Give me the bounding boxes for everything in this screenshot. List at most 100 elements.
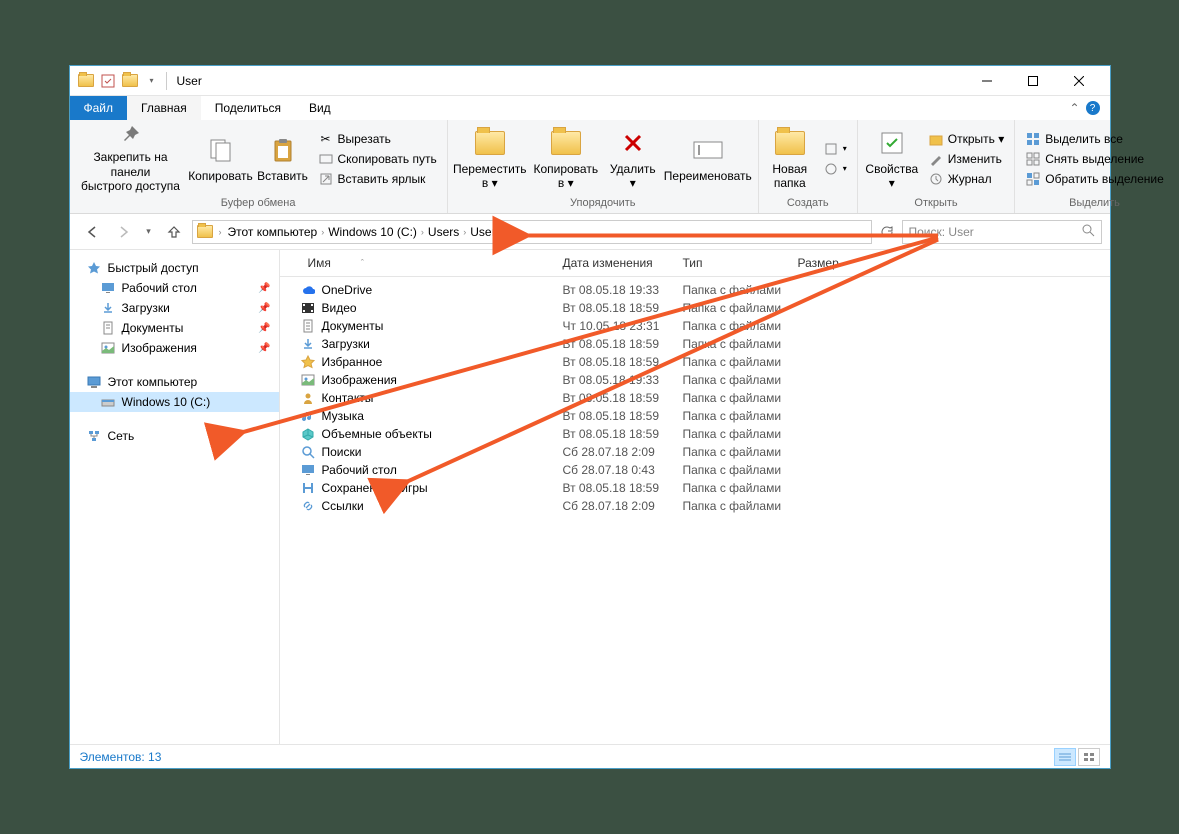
up-button[interactable] — [160, 218, 188, 246]
file-row[interactable]: СсылкиСб 28.07.18 2:09Папка с файлами — [280, 497, 1110, 515]
file-icon — [300, 318, 316, 334]
column-size[interactable]: Размер — [790, 256, 890, 270]
file-row[interactable]: ДокументыЧт 10.05.18 23:31Папка с файлам… — [280, 317, 1110, 335]
file-row[interactable]: ИзображенияВт 08.05.18 19:33Папка с файл… — [280, 371, 1110, 389]
history-icon — [928, 171, 944, 187]
column-type[interactable]: Тип — [675, 256, 790, 270]
copy-path-button[interactable]: Скопировать путь — [314, 150, 441, 168]
file-row[interactable]: ВидеоВт 08.05.18 18:59Папка с файлами — [280, 299, 1110, 317]
dropdown-icon[interactable]: ▾ — [144, 73, 160, 89]
file-row[interactable]: ПоискиСб 28.07.18 2:09Папка с файлами — [280, 443, 1110, 461]
tab-view[interactable]: Вид — [295, 96, 345, 120]
chevron-icon: › — [421, 227, 424, 237]
ribbon-collapse-icon[interactable]: ⌃ — [1069, 101, 1079, 115]
tab-home[interactable]: Главная — [127, 96, 201, 120]
back-button[interactable] — [78, 218, 106, 246]
ribbon: Закрепить на панели быстрого доступа Коп… — [70, 120, 1110, 214]
search-placeholder: Поиск: User — [909, 225, 974, 239]
file-row[interactable]: КонтактыВт 08.05.18 18:59Папка с файлами — [280, 389, 1110, 407]
paste-shortcut-button[interactable]: Вставить ярлык — [314, 170, 441, 188]
maximize-button[interactable] — [1010, 66, 1056, 96]
pin-icon: 📌 — [258, 283, 270, 294]
delete-button[interactable]: Удалить ▾ — [606, 124, 660, 194]
paste-button[interactable]: Вставить — [256, 124, 310, 194]
column-name[interactable]: Имяˆ — [300, 256, 555, 270]
minimize-button[interactable] — [964, 66, 1010, 96]
cut-button[interactable]: ✂Вырезать — [314, 130, 441, 148]
move-icon — [474, 127, 506, 159]
easy-access-button[interactable]: ▾ — [819, 160, 851, 178]
qat-properties-icon[interactable] — [100, 73, 116, 89]
file-row[interactable]: Сохраненные игрыВт 08.05.18 18:59Папка с… — [280, 479, 1110, 497]
folder-icon-2[interactable] — [122, 73, 138, 89]
sidebar-this-pc[interactable]: Этот компьютер — [70, 372, 279, 392]
tab-share[interactable]: Поделиться — [201, 96, 295, 120]
file-row[interactable]: OneDriveВт 08.05.18 19:33Папка с файлами — [280, 281, 1110, 299]
file-row[interactable]: Объемные объектыВт 08.05.18 18:59Папка с… — [280, 425, 1110, 443]
pc-icon — [86, 374, 102, 390]
sidebar-drive[interactable]: Windows 10 (C:) — [70, 392, 279, 412]
paste-icon — [267, 134, 299, 166]
file-row[interactable]: ЗагрузкиВт 08.05.18 18:59Папка с файлами — [280, 335, 1110, 353]
copy-icon — [205, 134, 237, 166]
icons-view-button[interactable] — [1078, 748, 1100, 766]
new-item-button[interactable]: ▾ — [819, 140, 851, 158]
open-button[interactable]: Открыть ▾ — [924, 130, 1008, 148]
ribbon-tabs: Файл Главная Поделиться Вид ⌃ ? — [70, 96, 1110, 120]
copy-button[interactable]: Копировать — [190, 124, 252, 194]
drive-icon — [100, 394, 116, 410]
edit-icon — [928, 151, 944, 167]
breadcrumb-segment[interactable]: User — [470, 225, 495, 239]
breadcrumb-segment[interactable]: Windows 10 (C:) — [328, 225, 417, 239]
sidebar-item[interactable]: Изображения📌 — [70, 338, 279, 358]
breadcrumb-box[interactable]: › Этот компьютер›Windows 10 (C:)›Users›U… — [192, 220, 872, 244]
new-folder-button[interactable]: Новая папка — [765, 124, 815, 194]
file-row[interactable]: ИзбранноеВт 08.05.18 18:59Папка с файлам… — [280, 353, 1110, 371]
help-icon[interactable]: ? — [1086, 101, 1100, 115]
tab-file[interactable]: Файл — [70, 96, 128, 120]
column-date[interactable]: Дата изменения — [555, 256, 675, 270]
content-pane: Имяˆ Дата изменения Тип Размер OneDriveВ… — [280, 250, 1110, 744]
history-button[interactable]: Журнал — [924, 170, 1008, 188]
file-row[interactable]: Рабочий столСб 28.07.18 0:43Папка с файл… — [280, 461, 1110, 479]
group-organize-label: Упорядочить — [454, 195, 752, 211]
sidebar-network[interactable]: Сеть — [70, 426, 279, 446]
select-all-button[interactable]: Выделить все — [1021, 130, 1168, 148]
breadcrumb-segment[interactable]: Этот компьютер — [228, 225, 318, 239]
sidebar-item[interactable]: Документы📌 — [70, 318, 279, 338]
forward-button[interactable] — [110, 218, 138, 246]
new-folder-icon — [774, 127, 806, 159]
address-bar: ▾ › Этот компьютер›Windows 10 (C:)›Users… — [70, 214, 1110, 250]
sidebar-item[interactable]: Загрузки📌 — [70, 298, 279, 318]
pin-icon: 📌 — [258, 343, 270, 354]
properties-button[interactable]: Свойства ▾ — [864, 124, 920, 194]
chevron-icon: › — [463, 227, 466, 237]
item-count: Элементов: 13 — [80, 750, 162, 764]
invert-selection-button[interactable]: Обратить выделение — [1021, 170, 1168, 188]
shortcut-icon — [318, 171, 334, 187]
file-list: OneDriveВт 08.05.18 19:33Папка с файлами… — [280, 277, 1110, 744]
rename-icon — [692, 134, 724, 166]
file-row[interactable]: МузыкаВт 08.05.18 18:59Папка с файлами — [280, 407, 1110, 425]
copy-to-icon — [550, 127, 582, 159]
move-to-button[interactable]: Переместить в ▾ — [454, 124, 526, 194]
refresh-button[interactable] — [876, 218, 898, 246]
copy-to-button[interactable]: Копировать в ▾ — [530, 124, 602, 194]
sidebar-quick-access[interactable]: Быстрый доступ — [70, 258, 279, 278]
details-view-button[interactable] — [1054, 748, 1076, 766]
file-icon — [300, 408, 316, 424]
file-icon — [300, 426, 316, 442]
recent-button[interactable]: ▾ — [142, 218, 156, 246]
edit-button[interactable]: Изменить — [924, 150, 1008, 168]
sidebar-item[interactable]: Рабочий стол📌 — [70, 278, 279, 298]
pin-quick-access-button[interactable]: Закрепить на панели быстрого доступа — [76, 124, 186, 194]
breadcrumb-segment[interactable]: Users — [428, 225, 459, 239]
file-icon — [300, 444, 316, 460]
star-icon — [86, 260, 102, 276]
select-none-button[interactable]: Снять выделение — [1021, 150, 1168, 168]
close-button[interactable] — [1056, 66, 1102, 96]
item-icon — [100, 320, 116, 336]
select-none-icon — [1025, 151, 1041, 167]
select-all-icon — [1025, 131, 1041, 147]
search-input[interactable]: Поиск: User — [902, 220, 1102, 244]
